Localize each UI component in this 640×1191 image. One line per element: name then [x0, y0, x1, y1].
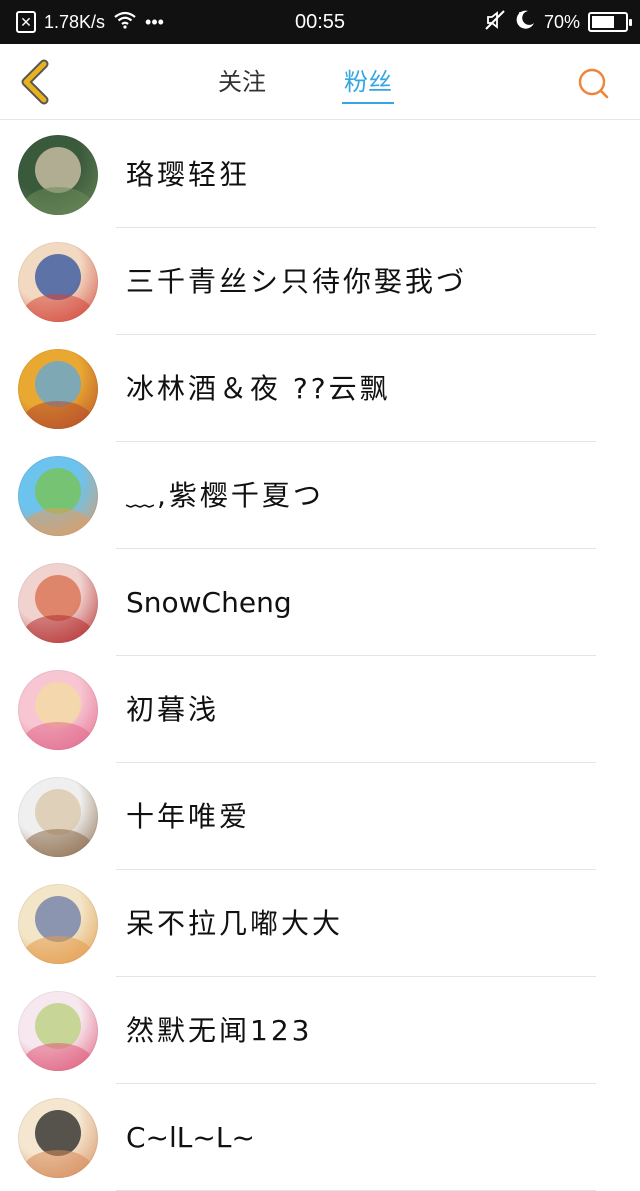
- avatar-shape: [23, 187, 93, 215]
- search-icon: [578, 68, 609, 99]
- fan-list-item[interactable]: 珞璎轻狂: [0, 121, 640, 228]
- avatar[interactable]: [18, 456, 98, 536]
- do-not-disturb-moon-icon: [514, 9, 536, 36]
- avatar[interactable]: [18, 242, 98, 322]
- fan-name: 然默无闻123: [126, 1014, 313, 1047]
- fan-list-item[interactable]: 然默无闻123: [0, 977, 640, 1084]
- avatar[interactable]: [18, 670, 98, 750]
- fan-list-item[interactable]: 呆不拉几嘟大大: [0, 870, 640, 977]
- avatar[interactable]: [18, 349, 98, 429]
- battery-percent: 70%: [543, 11, 580, 32]
- avatar-shape: [23, 829, 93, 857]
- avatar-shape: [23, 936, 93, 964]
- status-right: 70%: [484, 0, 632, 44]
- avatar-shape: [23, 722, 93, 750]
- mute-icon: [484, 9, 506, 36]
- tab-fans[interactable]: 粉丝: [342, 44, 394, 120]
- fan-name: 珞璎轻狂: [126, 158, 251, 191]
- avatar[interactable]: [18, 563, 98, 643]
- fan-list-item[interactable]: 十年唯爱: [0, 763, 640, 870]
- fan-name: 初暮浅: [126, 693, 220, 726]
- search-button[interactable]: [576, 66, 612, 102]
- fan-name: ﹏,紫樱千夏つ: [126, 479, 324, 512]
- fan-list-item[interactable]: 初暮浅: [0, 656, 640, 763]
- fan-list-item[interactable]: ﹏,紫樱千夏つ: [0, 442, 640, 549]
- back-button[interactable]: [14, 58, 58, 106]
- fan-name: 十年唯爱: [126, 800, 251, 833]
- battery-fill: [592, 16, 615, 28]
- avatar[interactable]: [18, 991, 98, 1071]
- avatar[interactable]: [18, 135, 98, 215]
- avatar[interactable]: [18, 777, 98, 857]
- avatar-shape: [23, 1150, 93, 1178]
- fan-name: 冰林酒＆夜 ??云飘: [126, 372, 391, 405]
- fan-name: 三千青丝シ只待你娶我づ: [126, 265, 468, 298]
- avatar-shape: [23, 1043, 93, 1071]
- fan-list-item[interactable]: SnowCheng: [0, 549, 640, 656]
- status-bar: ✕ 1.78K/s ••• 00:55 70%: [0, 0, 640, 44]
- avatar-shape: [23, 401, 93, 429]
- avatar-shape: [23, 294, 93, 322]
- fan-list-item[interactable]: 冰林酒＆夜 ??云飘: [0, 335, 640, 442]
- fan-name: SnowCheng: [126, 586, 292, 619]
- fan-list-item[interactable]: 三千青丝シ只待你娶我づ: [0, 228, 640, 335]
- battery-icon: [588, 12, 632, 32]
- fans-list: 珞璎轻狂三千青丝シ只待你娶我づ 冰林酒＆夜 ??云飘 ﹏,紫樱千夏つ SnowChen…: [0, 121, 640, 1191]
- avatar-shape: [23, 508, 93, 536]
- avatar[interactable]: [18, 1098, 98, 1178]
- tab-following[interactable]: 关注: [218, 44, 266, 120]
- avatar[interactable]: [18, 884, 98, 964]
- top-nav-bar: 关注 粉丝: [0, 44, 640, 120]
- chevron-left-icon: [21, 59, 49, 105]
- fan-name: 呆不拉几嘟大大: [126, 907, 344, 940]
- avatar-shape: [23, 615, 93, 643]
